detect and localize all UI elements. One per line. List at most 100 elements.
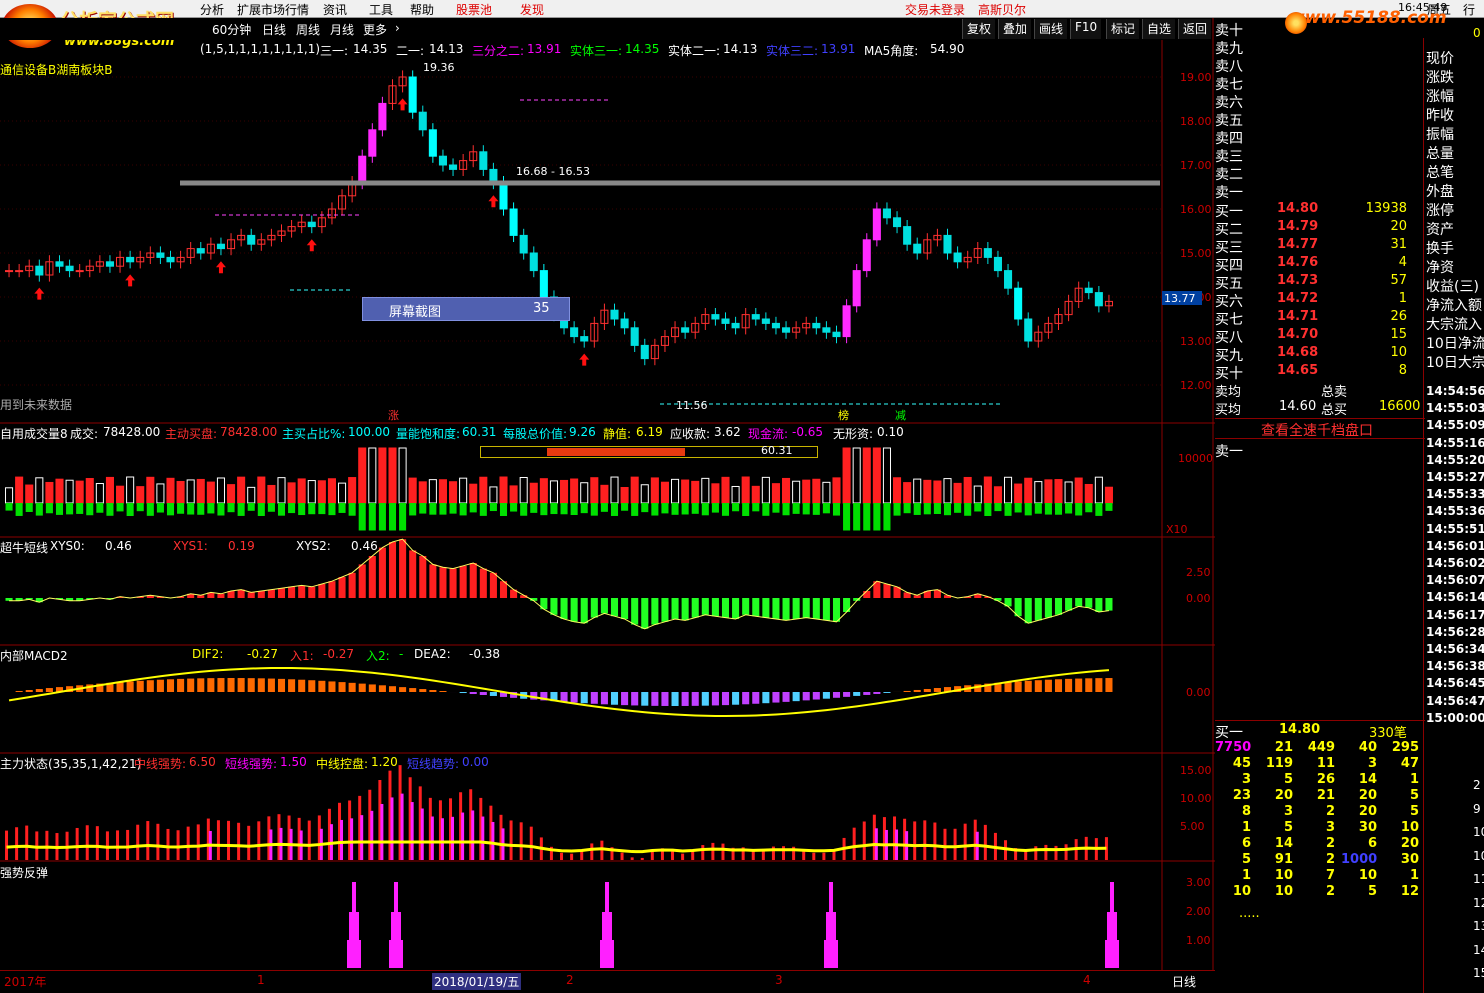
volume-bar	[15, 476, 24, 504]
volume-bar	[489, 486, 498, 504]
buy-level-volume: 4	[1398, 255, 1407, 270]
volume-bar	[95, 483, 104, 504]
volume-bar	[418, 481, 427, 504]
volume-bar	[731, 485, 740, 504]
candle-body	[822, 327, 831, 333]
volume-bar	[156, 483, 165, 504]
short-bar	[661, 598, 669, 622]
y-tick: 16.00	[1180, 203, 1212, 216]
short-bar	[651, 598, 659, 625]
short-bar	[832, 598, 841, 622]
queue-order: 10	[1274, 884, 1293, 899]
buy-level-label: 买五	[1215, 276, 1243, 292]
volume-bar	[701, 503, 709, 516]
volume-bar	[1024, 477, 1033, 504]
buy-level-label: 买八	[1215, 330, 1243, 346]
volume-bar	[631, 503, 639, 516]
macd-bar	[358, 683, 366, 692]
short-bar	[338, 577, 346, 598]
divider	[1215, 720, 1425, 721]
volume-bar	[368, 447, 377, 504]
volume-bar	[923, 479, 932, 504]
kline-chart-area[interactable]: 19.0018.0017.0016.0015.0014.0013.0012.00…	[0, 0, 1215, 993]
tick-volume: 14	[1473, 942, 1484, 957]
volume-bar	[186, 479, 195, 504]
volume-bar	[388, 447, 397, 504]
volume-bar	[65, 479, 74, 504]
short-bar	[378, 547, 386, 598]
menu-item-last[interactable]: 行	[1463, 1, 1475, 18]
macd-bar	[45, 688, 53, 692]
volume-bar	[964, 503, 972, 516]
macd-bar	[792, 692, 800, 702]
macd-bar	[651, 692, 659, 706]
volume-bar	[540, 503, 548, 516]
macd-bar	[277, 678, 286, 692]
candle-body	[35, 265, 44, 276]
candle-body	[903, 226, 912, 245]
short-bar	[792, 598, 800, 619]
candle-body	[620, 318, 629, 329]
tab-daily[interactable]: 日线	[1172, 973, 1196, 990]
candle-body	[761, 318, 770, 324]
screenshot-tooltip[interactable]: 屏幕截图 35	[362, 297, 570, 321]
stat-label: 涨幅	[1426, 89, 1454, 105]
tick-time: 14:55:20	[1426, 452, 1484, 467]
macd-bar	[489, 692, 497, 696]
tick-volume: 2	[1473, 778, 1481, 792]
buy-level-price: 14.70	[1277, 327, 1319, 342]
short-bar	[782, 598, 790, 621]
volume-bar	[317, 480, 326, 504]
macd-bar	[257, 678, 265, 692]
volume-bar	[459, 477, 468, 504]
buy-level-price: 14.68	[1277, 345, 1319, 360]
macd-bar	[479, 692, 487, 695]
volume-bar	[15, 503, 23, 516]
macd-bar	[822, 692, 830, 699]
macd-bar	[429, 690, 437, 692]
short-bar	[449, 568, 457, 598]
short-bar	[701, 598, 709, 615]
candle-body	[307, 221, 316, 228]
short-bar	[298, 585, 306, 598]
full-depth-link[interactable]: 查看全速千档盘口	[1261, 420, 1373, 439]
macd-bar	[600, 692, 608, 705]
tick-time: 14:54:56	[1426, 384, 1484, 398]
rebound-y-tick: 2.00	[1186, 905, 1211, 918]
candle-body	[882, 208, 891, 219]
short-bar	[621, 598, 629, 619]
candle-body	[782, 327, 791, 333]
volume-bar	[499, 503, 508, 516]
candle-body	[15, 270, 24, 273]
rebound-bar	[349, 912, 359, 942]
short-bar	[267, 589, 275, 598]
macd-bar	[368, 684, 376, 692]
volume-bar	[277, 477, 286, 504]
buy-level-price: 14.79	[1277, 219, 1319, 234]
marker-label: 减	[895, 409, 906, 422]
candle-body	[479, 151, 488, 170]
volume-bar	[852, 447, 861, 504]
volume-bar	[297, 478, 306, 504]
candle-body	[449, 164, 458, 170]
buy-level-volume: 15	[1390, 327, 1407, 342]
macd-bar	[621, 692, 629, 706]
buy-level-volume: 26	[1390, 309, 1407, 324]
short-bar	[550, 598, 558, 615]
short-bar	[439, 567, 447, 598]
sell-level-label: 卖九	[1215, 41, 1243, 57]
volume-bar	[621, 503, 629, 511]
volume-bar	[227, 503, 235, 513]
volume-bar	[76, 503, 84, 514]
volume-bar	[177, 503, 185, 514]
short-bar	[1044, 598, 1052, 618]
macd-bar	[721, 692, 730, 706]
volume-bar	[217, 503, 225, 516]
volume-bar	[560, 479, 569, 504]
candle-body	[438, 155, 447, 166]
macd-bar	[177, 678, 185, 692]
short-bar	[388, 542, 397, 598]
volume-bar	[197, 503, 205, 515]
macd-bar	[1065, 678, 1073, 692]
macd-bar	[590, 692, 598, 704]
